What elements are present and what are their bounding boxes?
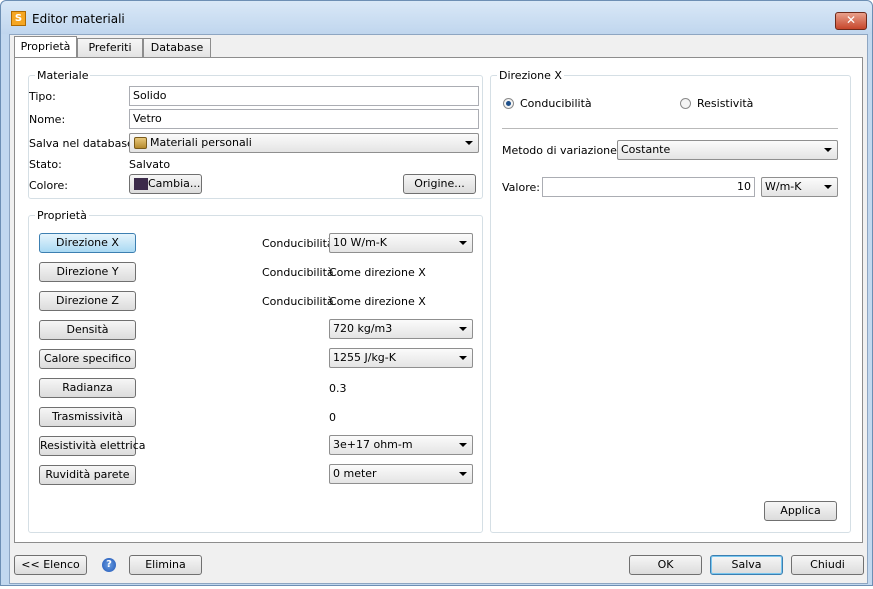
densita-select[interactable]: 720 kg/m3 (329, 319, 473, 339)
conducibilita-label-z: Conducibilità (262, 295, 334, 308)
close-icon: ✕ (845, 13, 857, 27)
calore-specifico-select[interactable]: 1255 J/kg-K (329, 348, 473, 368)
conducibilita-label-y: Conducibilità (262, 266, 334, 279)
tipo-field[interactable]: Solido (129, 86, 479, 106)
chiudi-button[interactable]: Chiudi (791, 555, 864, 575)
change-color-label: Cambia... (148, 177, 201, 190)
database-select-value: Materiali personali (150, 136, 252, 149)
valore-unit-select[interactable]: W/m-K (761, 177, 838, 197)
tipo-label: Tipo: (29, 90, 56, 103)
trasmissivita-button[interactable]: Trasmissività (39, 407, 136, 427)
conducibilita-x-value: 10 W/m-K (333, 236, 387, 249)
tab-proprieta[interactable]: Proprietà (14, 36, 77, 58)
tab-panel-proprieta: Materiale Tipo: Solido Nome: Vetro Salva… (14, 57, 863, 543)
valore-unit-value: W/m-K (765, 180, 802, 193)
densita-value: 720 kg/m3 (333, 322, 393, 335)
ruvidita-parete-value: 0 meter (333, 467, 377, 480)
applica-button[interactable]: Applica (764, 501, 837, 521)
metodo-variazione-select[interactable]: Costante (617, 140, 838, 160)
conducibilita-z-value: Come direzione X (329, 295, 426, 308)
ok-button[interactable]: OK (629, 555, 702, 575)
direzione-z-button[interactable]: Direzione Z (39, 291, 136, 311)
stato-label: Stato: (29, 158, 62, 171)
chevron-down-icon (459, 241, 467, 245)
nome-label: Nome: (29, 113, 66, 126)
color-swatch (134, 178, 148, 190)
change-color-button[interactable]: Cambia... (129, 174, 202, 194)
chevron-down-icon (824, 185, 832, 189)
conducibilita-radio-label[interactable]: Conducibilità (520, 97, 592, 110)
direction-group-title: Direzione X (497, 69, 564, 82)
colore-label: Colore: (29, 179, 68, 192)
conducibilita-label-x: Conducibilità (262, 237, 334, 250)
radianza-button[interactable]: Radianza (39, 378, 136, 398)
salva-database-label: Salva nel database: (29, 137, 138, 150)
conducibilita-radio[interactable] (503, 98, 514, 109)
chevron-down-icon (459, 472, 467, 476)
window-title: Editor materiali (32, 12, 125, 26)
nome-field[interactable]: Vetro (129, 109, 479, 129)
ruvidita-parete-select[interactable]: 0 meter (329, 464, 473, 484)
stato-value: Salvato (129, 158, 171, 171)
calore-specifico-value: 1255 J/kg-K (333, 351, 396, 364)
resistivita-elettrica-value: 3e+17 ohm-m (333, 438, 413, 451)
resistivita-radio-label[interactable]: Resistività (697, 97, 753, 110)
elenco-button[interactable]: << Elenco (14, 555, 87, 575)
help-icon[interactable]: ? (102, 558, 116, 572)
radio-selected-dot (506, 101, 511, 106)
densita-button[interactable]: Densità (39, 320, 136, 340)
tab-preferiti[interactable]: Preferiti (77, 38, 143, 57)
chevron-down-icon (465, 141, 473, 145)
tab-database[interactable]: Database (143, 38, 211, 57)
trasmissivita-value: 0 (329, 411, 336, 424)
properties-group-title: Proprietà (35, 209, 89, 222)
database-icon (134, 137, 147, 149)
close-button[interactable]: ✕ (835, 12, 867, 30)
origine-button[interactable]: Origine... (403, 174, 476, 194)
calore-specifico-button[interactable]: Calore specifico (39, 349, 136, 369)
chevron-down-icon (824, 148, 832, 152)
metodo-variazione-label: Metodo di variazione: (502, 144, 621, 157)
direzione-y-button[interactable]: Direzione Y (39, 262, 136, 282)
valore-input[interactable]: 10 (542, 177, 755, 197)
direzione-x-button[interactable]: Direzione X (39, 233, 136, 253)
radianza-value: 0.3 (329, 382, 347, 395)
salva-button[interactable]: Salva (710, 555, 783, 575)
resistivita-elettrica-select[interactable]: 3e+17 ohm-m (329, 435, 473, 455)
database-select[interactable]: Materiali personali (129, 133, 479, 153)
elimina-button[interactable]: Elimina (129, 555, 202, 575)
chevron-down-icon (459, 327, 467, 331)
title-bar: S Editor materiali ✕ (1, 1, 872, 34)
chevron-down-icon (459, 443, 467, 447)
chevron-down-icon (459, 356, 467, 360)
valore-label: Valore: (502, 181, 540, 194)
divider (502, 128, 838, 129)
metodo-variazione-value: Costante (621, 143, 671, 156)
material-group-title: Materiale (35, 69, 91, 82)
resistivita-radio[interactable] (680, 98, 691, 109)
conducibilita-y-value: Come direzione X (329, 266, 426, 279)
conducibilita-x-select[interactable]: 10 W/m-K (329, 233, 473, 253)
dialog-body: Proprietà Preferiti Database Materiale T… (9, 34, 868, 584)
app-logo-icon: S (11, 11, 26, 26)
material-editor-window: S Editor materiali ✕ Proprietà Preferiti… (0, 0, 873, 586)
resistivita-elettrica-button[interactable]: Resistività elettrica (39, 436, 146, 456)
ruvidita-parete-button[interactable]: Ruvidità parete (39, 465, 136, 485)
